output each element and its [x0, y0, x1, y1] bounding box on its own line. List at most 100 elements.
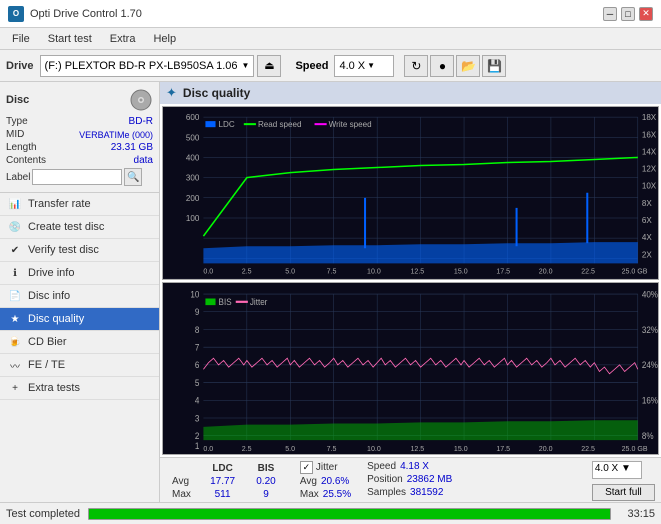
svg-text:100: 100: [186, 214, 200, 223]
eject-button[interactable]: ⏏: [257, 55, 281, 77]
minimize-button[interactable]: ─: [603, 7, 617, 21]
nav-label-fe-te: FE / TE: [28, 359, 65, 371]
stats-row-max: Max 511 9: [168, 489, 284, 500]
svg-text:9: 9: [195, 306, 200, 316]
sidebar-item-extra-tests[interactable]: + Extra tests: [0, 377, 159, 400]
charts-container: 600 500 400 300 200 100 18X 16X 14X 12X …: [160, 104, 661, 457]
disc-info-icon: 📄: [8, 289, 22, 303]
svg-text:Jitter: Jitter: [250, 296, 268, 306]
stats-row-avg: Avg 17.77 0.20: [168, 476, 284, 487]
svg-text:Write speed: Write speed: [329, 120, 372, 129]
svg-text:5.0: 5.0: [285, 443, 295, 452]
jitter-label: Jitter: [316, 462, 338, 473]
nav-label-extra-tests: Extra tests: [28, 382, 80, 394]
svg-text:4: 4: [195, 395, 200, 405]
length-value: 23.31 GB: [111, 142, 153, 153]
svg-text:600: 600: [186, 113, 200, 122]
maximize-button[interactable]: □: [621, 7, 635, 21]
sidebar-item-drive-info[interactable]: ℹ Drive info: [0, 262, 159, 285]
svg-text:5: 5: [195, 377, 200, 387]
status-time: 33:15: [627, 508, 655, 520]
type-value: BD-R: [129, 116, 153, 127]
titlebar: O Opti Drive Control 1.70 ─ □ ✕: [0, 0, 661, 28]
svg-text:300: 300: [186, 174, 200, 183]
avg-label: Avg: [168, 476, 197, 487]
menu-help[interactable]: Help: [145, 31, 184, 47]
disc-mid-row: MID VERBATIMe (000): [6, 129, 153, 140]
speed-value: 4.0 X: [339, 60, 365, 72]
label-input[interactable]: [32, 169, 122, 185]
app-title: Opti Drive Control 1.70: [30, 8, 142, 20]
svg-text:Read speed: Read speed: [258, 120, 302, 129]
disc-panel: Disc Type BD-R MID VERBATIMe (000): [0, 82, 159, 193]
label-search-button[interactable]: 🔍: [124, 168, 142, 186]
svg-text:2X: 2X: [642, 250, 652, 259]
jitter-checkbox[interactable]: ✓: [300, 461, 313, 474]
fe-te-icon: 〰: [8, 358, 22, 372]
contents-label: Contents: [6, 155, 46, 166]
speed-stat-row: Speed 4.18 X: [367, 461, 452, 472]
svg-text:20.0: 20.0: [539, 443, 553, 452]
svg-text:32%: 32%: [642, 324, 658, 334]
sidebar-item-cd-bier[interactable]: 🍺 CD Bier: [0, 331, 159, 354]
col-header-label: [168, 463, 197, 474]
sidebar-item-verify-test-disc[interactable]: ✔ Verify test disc: [0, 239, 159, 262]
svg-text:LDC: LDC: [219, 120, 235, 129]
jitter-max-label: Max: [300, 489, 319, 500]
nav-label-create-test-disc: Create test disc: [28, 221, 104, 233]
disc-type-row: Type BD-R: [6, 116, 153, 127]
speed-label: Speed: [295, 60, 328, 72]
speed-select-small[interactable]: 4.0 X ▼: [592, 461, 642, 479]
chart-header-icon: ✦: [166, 85, 177, 101]
speed-dropdown[interactable]: 4.0 X ▼: [334, 55, 394, 77]
drivebar: Drive (F:) PLEXTOR BD-R PX-LB950SA 1.06 …: [0, 50, 661, 82]
disc-label-row: Label 🔍: [6, 168, 153, 186]
transfer-rate-icon: 📊: [8, 197, 22, 211]
svg-text:6X: 6X: [642, 216, 652, 225]
refresh-button[interactable]: ↻: [404, 55, 428, 77]
svg-text:18X: 18X: [642, 113, 657, 122]
menu-extra[interactable]: Extra: [102, 31, 144, 47]
main-area: Drive (F:) PLEXTOR BD-R PX-LB950SA 1.06 …: [0, 50, 661, 524]
samples-stat-row: Samples 381592: [367, 487, 452, 498]
col-header-bis: BIS: [248, 463, 284, 474]
menu-start-test[interactable]: Start test: [40, 31, 100, 47]
svg-text:10.0: 10.0: [367, 443, 381, 452]
avg-ldc: 17.77: [199, 476, 246, 487]
drive-dropdown[interactable]: (F:) PLEXTOR BD-R PX-LB950SA 1.06 ▼: [40, 55, 255, 77]
record-button[interactable]: ●: [430, 55, 454, 77]
disc-header: Disc: [6, 88, 153, 112]
close-button[interactable]: ✕: [639, 7, 653, 21]
svg-text:25.0 GB: 25.0 GB: [622, 443, 648, 452]
svg-text:15.0: 15.0: [454, 443, 468, 452]
col-header-ldc: LDC: [199, 463, 246, 474]
sidebar-item-disc-info[interactable]: 📄 Disc info: [0, 285, 159, 308]
samples-stat-value: 381592: [410, 487, 443, 498]
jitter-check-row: ✓ Jitter: [300, 461, 351, 474]
type-label: Type: [6, 116, 28, 127]
bottom-chart: 10 9 8 7 6 5 4 3 2 1 40% 32% 24%: [162, 282, 659, 456]
nav-label-cd-bier: CD Bier: [28, 336, 67, 348]
menu-file[interactable]: File: [4, 31, 38, 47]
position-stat-row: Position 23862 MB: [367, 474, 452, 485]
svg-text:22.5: 22.5: [581, 268, 595, 275]
sidebar-item-fe-te[interactable]: 〰 FE / TE: [0, 354, 159, 377]
dropdown-chevron-icon: ▼: [242, 61, 250, 70]
open-button[interactable]: 📂: [456, 55, 480, 77]
svg-text:16%: 16%: [642, 395, 658, 405]
sidebar-item-create-test-disc[interactable]: 💿 Create test disc: [0, 216, 159, 239]
svg-text:24%: 24%: [642, 359, 658, 369]
max-label: Max: [168, 489, 197, 500]
nav-label-disc-info: Disc info: [28, 290, 70, 302]
jitter-avg-label: Avg: [300, 476, 317, 487]
start-full-button[interactable]: Start full: [592, 484, 655, 501]
svg-text:7.5: 7.5: [327, 268, 337, 275]
svg-text:22.5: 22.5: [581, 443, 595, 452]
svg-text:10: 10: [190, 289, 199, 299]
sidebar-item-transfer-rate[interactable]: 📊 Transfer rate: [0, 193, 159, 216]
svg-text:500: 500: [186, 133, 200, 142]
disc-icon: [129, 88, 153, 112]
window-controls: ─ □ ✕: [603, 7, 653, 21]
sidebar-item-disc-quality[interactable]: ★ Disc quality: [0, 308, 159, 331]
save-button[interactable]: 💾: [482, 55, 506, 77]
